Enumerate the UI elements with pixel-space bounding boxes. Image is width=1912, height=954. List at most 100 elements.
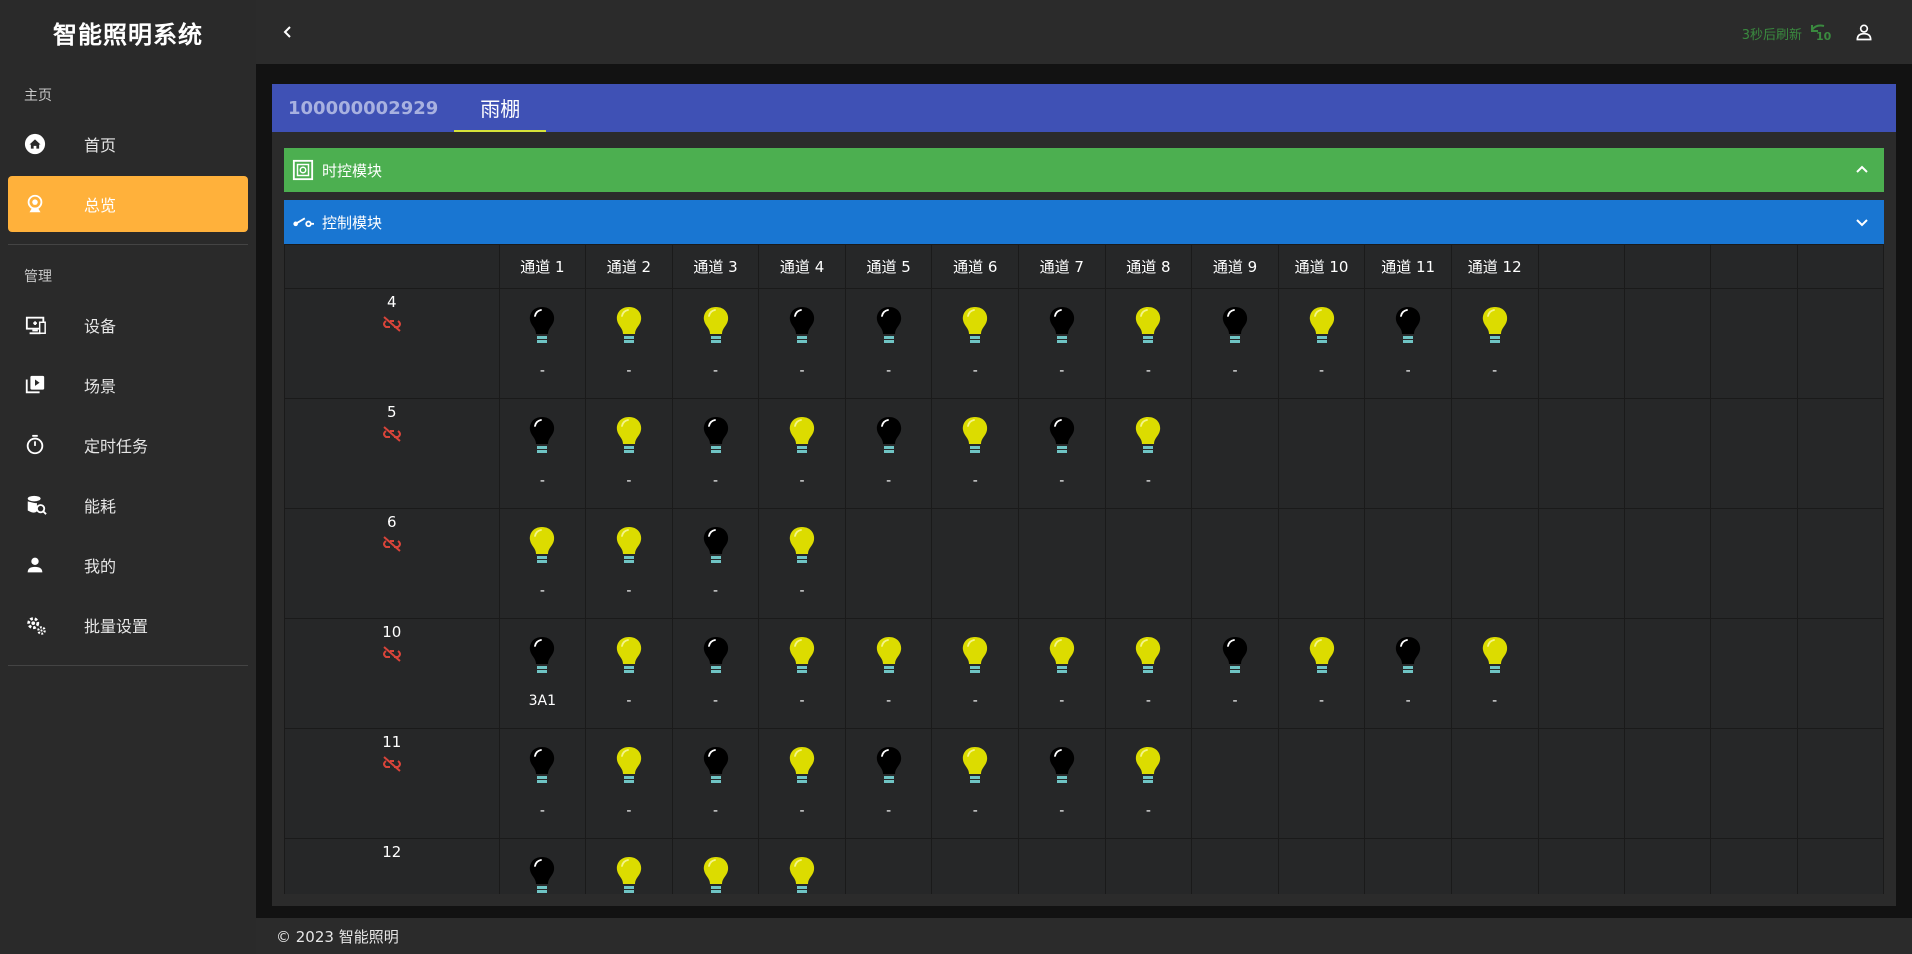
- bulb-on-icon[interactable]: [759, 855, 845, 894]
- channel-cell[interactable]: -: [1364, 288, 1452, 399]
- channel-cell[interactable]: -: [758, 288, 846, 399]
- bulb-on-icon[interactable]: [673, 305, 759, 353]
- bulb-on-icon[interactable]: [1452, 305, 1538, 353]
- channel-cell[interactable]: -: [931, 398, 1020, 509]
- chevron-down-icon[interactable]: [1852, 212, 1872, 232]
- channel-cell[interactable]: -: [498, 288, 587, 399]
- channel-cell[interactable]: [498, 838, 587, 894]
- bulb-off-icon[interactable]: [500, 855, 586, 894]
- channel-cell[interactable]: -: [1364, 618, 1452, 729]
- bulb-on-icon[interactable]: [932, 305, 1018, 353]
- bulb-off-icon[interactable]: [673, 415, 759, 463]
- channel-cell[interactable]: -: [1450, 288, 1539, 399]
- channel-cell[interactable]: -: [585, 288, 673, 399]
- bulb-on-icon[interactable]: [1106, 305, 1192, 353]
- bulb-off-icon[interactable]: [673, 635, 759, 683]
- channel-cell[interactable]: -: [671, 508, 760, 619]
- channel-cell[interactable]: -: [1018, 288, 1106, 399]
- channel-cell[interactable]: -: [1277, 288, 1366, 399]
- bulb-off-icon[interactable]: [846, 745, 932, 793]
- channel-cell[interactable]: [758, 838, 846, 894]
- sidebar-item-scene[interactable]: 场景: [8, 357, 248, 413]
- bulb-on-icon[interactable]: [1106, 745, 1192, 793]
- back-button[interactable]: [276, 20, 300, 44]
- bulb-off-icon[interactable]: [500, 635, 586, 683]
- channel-cell[interactable]: -: [671, 618, 760, 729]
- bulb-on-icon[interactable]: [1279, 635, 1365, 683]
- bulb-on-icon[interactable]: [759, 525, 845, 573]
- bulb-on-icon[interactable]: [759, 745, 845, 793]
- channel-cell[interactable]: -: [498, 508, 587, 619]
- bulb-on-icon[interactable]: [759, 415, 845, 463]
- channel-cell[interactable]: -: [931, 728, 1020, 839]
- bulb-off-icon[interactable]: [759, 305, 845, 353]
- channel-cell[interactable]: -: [844, 728, 933, 839]
- tab-device-id[interactable]: 100000002929: [272, 84, 454, 132]
- time-module-header[interactable]: 时控模块: [284, 148, 1884, 192]
- sidebar-item-device[interactable]: 设备: [8, 297, 248, 353]
- chevron-up-icon[interactable]: [1852, 160, 1872, 180]
- bulb-off-icon[interactable]: [1192, 305, 1278, 353]
- bulb-off-icon[interactable]: [1365, 305, 1451, 353]
- bulb-off-icon[interactable]: [846, 305, 932, 353]
- account-button[interactable]: [1852, 20, 1876, 44]
- channel-cell[interactable]: -: [671, 398, 760, 509]
- channel-cell[interactable]: -: [585, 508, 673, 619]
- channel-cell[interactable]: -: [844, 288, 933, 399]
- bulb-on-icon[interactable]: [586, 635, 672, 683]
- bulb-off-icon[interactable]: [846, 415, 932, 463]
- channel-cell[interactable]: -: [585, 728, 673, 839]
- channel-cell[interactable]: -: [1104, 618, 1193, 729]
- channel-cell[interactable]: -: [1104, 288, 1193, 399]
- channel-cell[interactable]: [585, 838, 673, 894]
- channel-cell[interactable]: -: [498, 728, 587, 839]
- channel-cell[interactable]: -: [1104, 398, 1193, 509]
- bulb-on-icon[interactable]: [932, 415, 1018, 463]
- bulb-off-icon[interactable]: [1019, 745, 1105, 793]
- sidebar-item-timer[interactable]: 定时任务: [8, 417, 248, 473]
- bulb-on-icon[interactable]: [1452, 635, 1538, 683]
- sidebar-item-overview[interactable]: 总览: [8, 176, 248, 232]
- bulb-off-icon[interactable]: [500, 745, 586, 793]
- channel-cell[interactable]: -: [931, 288, 1020, 399]
- bulb-on-icon[interactable]: [932, 635, 1018, 683]
- channel-cell[interactable]: -: [758, 618, 846, 729]
- bulb-on-icon[interactable]: [759, 635, 845, 683]
- sidebar-item-energy[interactable]: 能耗: [8, 477, 248, 533]
- bulb-on-icon[interactable]: [586, 525, 672, 573]
- channel-cell[interactable]: -: [758, 728, 846, 839]
- refresh-indicator[interactable]: 3秒后刷新 10: [1742, 20, 1831, 46]
- sidebar-item-batch-settings[interactable]: 批量设置: [8, 597, 248, 653]
- channel-cell[interactable]: -: [498, 398, 587, 509]
- channel-cell[interactable]: -: [585, 398, 673, 509]
- bulb-off-icon[interactable]: [673, 745, 759, 793]
- bulb-on-icon[interactable]: [1106, 635, 1192, 683]
- channel-cell[interactable]: -: [1018, 728, 1106, 839]
- bulb-off-icon[interactable]: [673, 525, 759, 573]
- channel-cell[interactable]: -: [1191, 618, 1279, 729]
- bulb-on-icon[interactable]: [586, 415, 672, 463]
- bulb-on-icon[interactable]: [586, 745, 672, 793]
- tab-location[interactable]: 雨棚: [454, 84, 547, 132]
- channel-cell[interactable]: -: [1104, 728, 1193, 839]
- channel-cell[interactable]: -: [844, 398, 933, 509]
- bulb-on-icon[interactable]: [500, 525, 586, 573]
- channel-cell[interactable]: -: [758, 508, 846, 619]
- bulb-off-icon[interactable]: [500, 415, 586, 463]
- channel-cell[interactable]: -: [931, 618, 1020, 729]
- bulb-off-icon[interactable]: [1019, 415, 1105, 463]
- channel-cell[interactable]: -: [585, 618, 673, 729]
- bulb-off-icon[interactable]: [1192, 635, 1278, 683]
- channel-cell[interactable]: -: [671, 288, 760, 399]
- control-module-header[interactable]: 控制模块: [284, 200, 1884, 244]
- sidebar-item-mine[interactable]: 我的: [8, 537, 248, 593]
- channel-cell[interactable]: 3A1: [498, 618, 587, 729]
- sidebar-item-home[interactable]: 首页: [8, 116, 248, 172]
- bulb-on-icon[interactable]: [1279, 305, 1365, 353]
- channel-cell[interactable]: [671, 838, 760, 894]
- channel-cell[interactable]: -: [1277, 618, 1366, 729]
- bulb-off-icon[interactable]: [500, 305, 586, 353]
- channel-cell[interactable]: -: [1450, 618, 1539, 729]
- channel-cell[interactable]: -: [1191, 288, 1279, 399]
- channel-cell[interactable]: -: [1018, 618, 1106, 729]
